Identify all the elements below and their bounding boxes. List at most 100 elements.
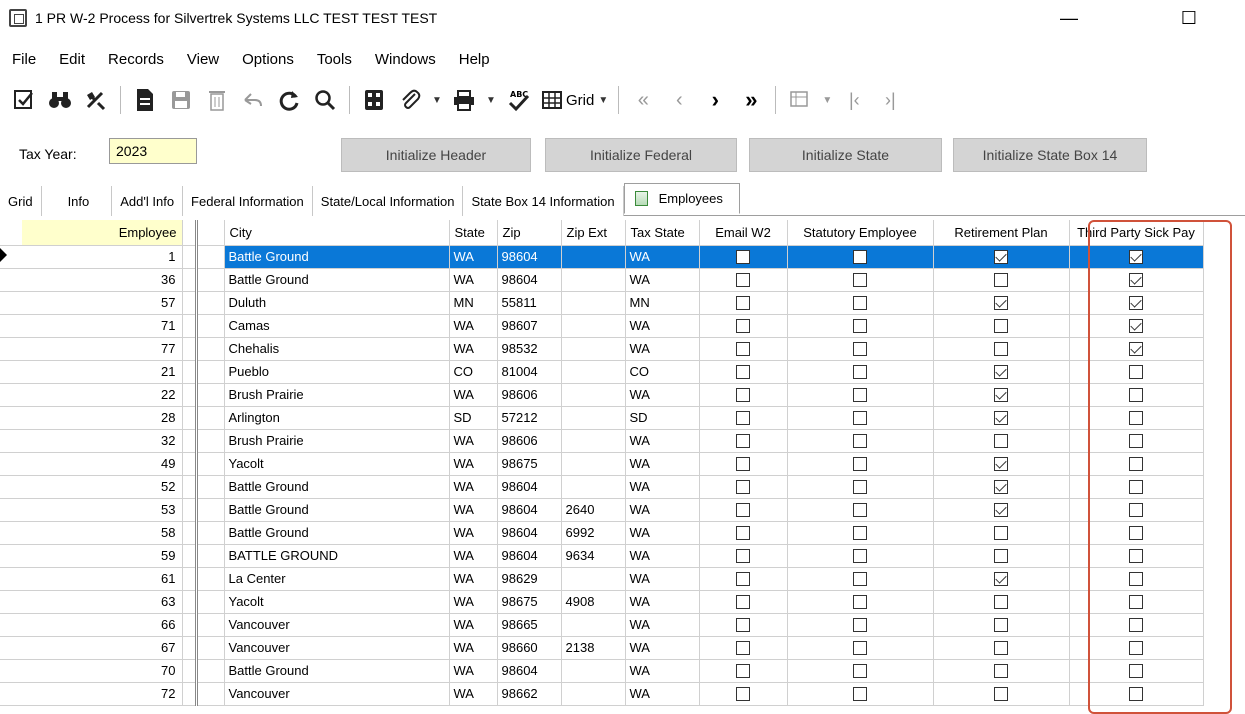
table-row[interactable]: 49 Yacolt WA 98675 WA: [0, 452, 1204, 476]
retirement-plan-checkbox[interactable]: [994, 365, 1008, 380]
cell-email-w2[interactable]: [699, 314, 788, 338]
cell-third-party-sick-pay[interactable]: [1069, 498, 1204, 522]
initialize-state-box14-button[interactable]: Initialize State Box 14: [953, 138, 1147, 172]
cell-spacer[interactable]: [196, 429, 225, 453]
cell-zip-ext[interactable]: 9634: [561, 544, 626, 568]
table-row[interactable]: 66 Vancouver WA 98665 WA: [0, 613, 1204, 637]
retirement-plan-checkbox[interactable]: [994, 388, 1008, 403]
retirement-plan-checkbox[interactable]: [994, 250, 1008, 265]
cell-statutory-employee[interactable]: [787, 268, 934, 292]
statutory-employee-checkbox[interactable]: [853, 480, 867, 495]
third-party-sick-pay-checkbox[interactable]: [1129, 618, 1143, 633]
table-row[interactable]: 63 Yacolt WA 98675 4908 WA: [0, 590, 1204, 614]
cell-employee[interactable]: 1: [22, 245, 183, 269]
cell-employee[interactable]: 72: [22, 682, 183, 706]
cell-zip-ext[interactable]: [561, 475, 626, 499]
cell-employee[interactable]: 22: [22, 383, 183, 407]
cell-employee[interactable]: 59: [22, 544, 183, 568]
cell-spacer[interactable]: [196, 406, 225, 430]
column-header-zip-ext[interactable]: Zip Ext: [561, 220, 626, 246]
email-w2-checkbox[interactable]: [736, 480, 750, 495]
cell-employee[interactable]: 71: [22, 314, 183, 338]
cell-statutory-employee[interactable]: [787, 475, 934, 499]
cell-zip[interactable]: 55811: [497, 291, 562, 315]
email-w2-checkbox[interactable]: [736, 365, 750, 380]
cell-email-w2[interactable]: [699, 521, 788, 545]
cell-zip[interactable]: 98604: [497, 268, 562, 292]
cell-third-party-sick-pay[interactable]: [1069, 636, 1204, 660]
cell-retirement-plan[interactable]: [933, 659, 1070, 683]
cell-retirement-plan[interactable]: [933, 636, 1070, 660]
cell-spacer[interactable]: [196, 613, 225, 637]
cell-third-party-sick-pay[interactable]: [1069, 544, 1204, 568]
binoculars-icon[interactable]: [42, 82, 78, 118]
cell-retirement-plan[interactable]: [933, 314, 1070, 338]
cell-spacer[interactable]: [196, 521, 225, 545]
cell-retirement-plan[interactable]: [933, 360, 1070, 384]
cell-email-w2[interactable]: [699, 337, 788, 361]
refresh-icon[interactable]: [271, 82, 307, 118]
cell-state[interactable]: MN: [449, 291, 498, 315]
cell-zip[interactable]: 98665: [497, 613, 562, 637]
cell-retirement-plan[interactable]: [933, 268, 1070, 292]
undo-icon[interactable]: [235, 82, 271, 118]
statutory-employee-checkbox[interactable]: [853, 526, 867, 541]
table-row[interactable]: 61 La Center WA 98629 WA: [0, 567, 1204, 591]
cell-spacer[interactable]: [196, 544, 225, 568]
statutory-employee-checkbox[interactable]: [853, 388, 867, 403]
cell-spacer[interactable]: [196, 245, 225, 269]
cell-statutory-employee[interactable]: [787, 498, 934, 522]
print-icon[interactable]: [446, 82, 482, 118]
grid-settings-dropdown-icon[interactable]: ▼: [818, 82, 836, 118]
cell-state[interactable]: WA: [449, 590, 498, 614]
cell-spacer[interactable]: [196, 498, 225, 522]
cell-tax-state[interactable]: WA: [625, 521, 700, 545]
third-party-sick-pay-checkbox[interactable]: [1129, 250, 1143, 265]
third-party-sick-pay-checkbox[interactable]: [1129, 434, 1143, 449]
cell-third-party-sick-pay[interactable]: [1069, 268, 1204, 292]
tab-state-box14-information[interactable]: State Box 14 Information: [463, 186, 624, 216]
table-row[interactable]: 77 Chehalis WA 98532 WA: [0, 337, 1204, 361]
table-row[interactable]: 36 Battle Ground WA 98604 WA: [0, 268, 1204, 292]
initialize-federal-button[interactable]: Initialize Federal: [545, 138, 737, 172]
cell-state[interactable]: WA: [449, 314, 498, 338]
cell-email-w2[interactable]: [699, 567, 788, 591]
cell-tax-state[interactable]: WA: [625, 567, 700, 591]
email-w2-checkbox[interactable]: [736, 411, 750, 426]
third-party-sick-pay-checkbox[interactable]: [1129, 595, 1143, 610]
cell-zip[interactable]: 98604: [497, 475, 562, 499]
cell-city[interactable]: Chehalis: [224, 337, 450, 361]
third-party-sick-pay-checkbox[interactable]: [1129, 342, 1143, 357]
cell-zip-ext[interactable]: [561, 406, 626, 430]
cell-employee[interactable]: 66: [22, 613, 183, 637]
cell-tax-state[interactable]: WA: [625, 475, 700, 499]
cell-tax-state[interactable]: WA: [625, 429, 700, 453]
table-row[interactable]: 58 Battle Ground WA 98604 6992 WA: [0, 521, 1204, 545]
cell-state[interactable]: WA: [449, 268, 498, 292]
cell-retirement-plan[interactable]: [933, 682, 1070, 706]
email-w2-checkbox[interactable]: [736, 342, 750, 357]
cell-state[interactable]: WA: [449, 498, 498, 522]
statutory-employee-checkbox[interactable]: [853, 411, 867, 426]
cell-tax-state[interactable]: WA: [625, 268, 700, 292]
cell-tax-state[interactable]: WA: [625, 245, 700, 269]
cell-zip-ext[interactable]: [561, 429, 626, 453]
cell-third-party-sick-pay[interactable]: [1069, 245, 1204, 269]
retirement-plan-checkbox[interactable]: [994, 526, 1008, 541]
email-w2-checkbox[interactable]: [736, 457, 750, 472]
email-w2-checkbox[interactable]: [736, 618, 750, 633]
attachment-dropdown-icon[interactable]: ▼: [428, 82, 446, 118]
prior-record-icon[interactable]: ›|: [872, 82, 908, 118]
cell-zip[interactable]: 98675: [497, 590, 562, 614]
cell-tax-state[interactable]: WA: [625, 314, 700, 338]
cell-statutory-employee[interactable]: [787, 544, 934, 568]
cell-city[interactable]: Arlington: [224, 406, 450, 430]
cell-employee[interactable]: 32: [22, 429, 183, 453]
column-header-state[interactable]: State: [449, 220, 498, 246]
cell-employee[interactable]: 36: [22, 268, 183, 292]
cell-state[interactable]: WA: [449, 613, 498, 637]
statutory-employee-checkbox[interactable]: [853, 296, 867, 311]
cell-third-party-sick-pay[interactable]: [1069, 406, 1204, 430]
retirement-plan-checkbox[interactable]: [994, 687, 1008, 702]
cell-zip[interactable]: 81004: [497, 360, 562, 384]
